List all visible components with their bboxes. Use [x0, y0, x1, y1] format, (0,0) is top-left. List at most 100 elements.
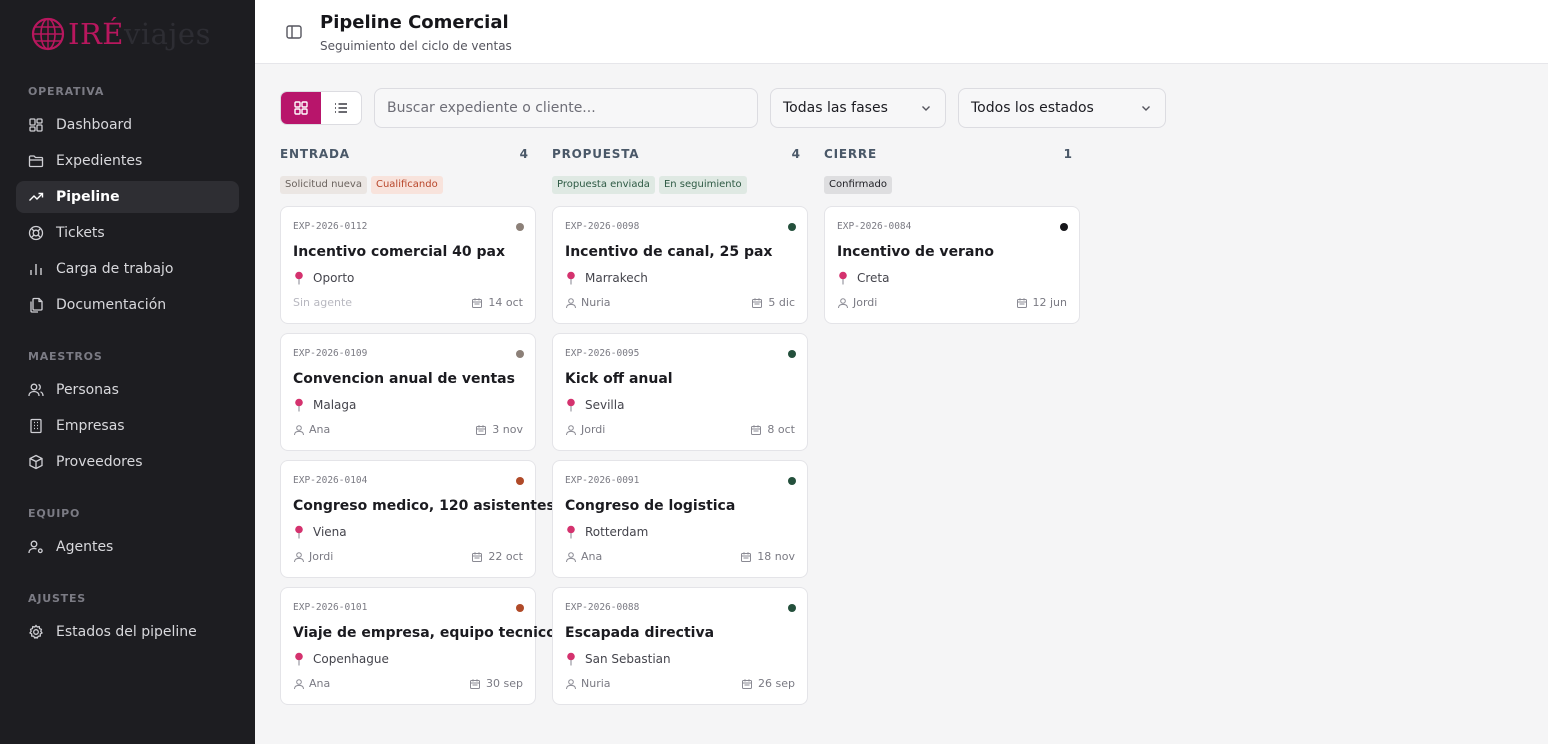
card-agent-label: Jordi [581, 423, 606, 436]
card-list: EXP-2026-0112 Incentivo comercial 40 pax… [280, 206, 556, 705]
card-location: Viena [293, 525, 347, 539]
user-icon [837, 297, 853, 309]
card-location-label: Copenhague [313, 652, 389, 666]
deal-card[interactable]: EXP-2026-0091 Congreso de logistica Rott… [552, 460, 808, 578]
card-title: Congreso medico, 120 asistentes [293, 498, 555, 514]
nav-section-ajustes: AJUSTES [28, 592, 87, 605]
card-title: Incentivo de verano [837, 244, 994, 260]
user-icon [293, 424, 309, 436]
list-icon [335, 103, 347, 113]
card-agent: Sin agente [293, 296, 352, 309]
dashboard-icon [28, 117, 44, 133]
card-date-label: 5 dic [768, 296, 795, 309]
documents-icon [28, 297, 44, 313]
nav-item-documentacion[interactable]: Documentación [16, 289, 239, 321]
list-view-button[interactable] [321, 92, 361, 124]
card-code: EXP-2026-0112 [293, 221, 368, 232]
card-agent: Ana [293, 423, 330, 436]
card-location-label: San Sebastian [585, 652, 671, 666]
nav-item-empresas[interactable]: Empresas [16, 410, 239, 442]
nav-item-personas[interactable]: Personas [16, 374, 239, 406]
card-date-label: 3 nov [492, 423, 523, 436]
users-icon [28, 382, 44, 398]
deal-card[interactable]: EXP-2026-0088 Escapada directiva San Seb… [552, 587, 808, 705]
nav-item-expedientes[interactable]: Expedientes [16, 145, 239, 177]
phase-tag[interactable]: Cualificando [370, 176, 443, 194]
phase-tag[interactable]: Solicitud nueva [280, 176, 367, 194]
search-input[interactable] [374, 88, 758, 128]
status-filter-value: Todos los estados [971, 100, 1094, 116]
nav-item-label: Agentes [56, 539, 114, 555]
nav-item-agentes[interactable]: Agentes [16, 531, 239, 563]
map-pin-icon [565, 271, 577, 285]
status-dot [788, 223, 796, 231]
calendar-icon [741, 678, 758, 690]
deal-card[interactable]: EXP-2026-0109 Convencion anual de ventas… [280, 333, 536, 451]
nav-item-proveedores[interactable]: Proveedores [16, 446, 239, 478]
page-title: Pipeline Comercial [320, 12, 509, 33]
card-location: Copenhague [293, 652, 389, 666]
user-icon [293, 551, 309, 563]
status-filter-select[interactable]: Todos los estados [958, 88, 1166, 128]
phase-tag[interactable]: Propuesta enviada [552, 176, 655, 194]
nav-item-dashboard[interactable]: Dashboard [16, 109, 239, 141]
nav-item-label: Tickets [56, 225, 105, 241]
nav-item-label: Personas [56, 382, 119, 398]
card-code: EXP-2026-0109 [293, 348, 368, 359]
brand-logo[interactable]: IRÉviajes [30, 14, 211, 54]
grid-view-button[interactable] [281, 92, 321, 124]
nav-item-estados-del-pipeline[interactable]: Estados del pipeline [16, 616, 239, 648]
card-location: Creta [837, 271, 890, 285]
deal-card[interactable]: EXP-2026-0104 Congreso medico, 120 asist… [280, 460, 555, 578]
map-pin-icon [293, 652, 305, 666]
deal-card[interactable]: EXP-2026-0101 Viaje de empresa, equipo t… [280, 587, 556, 705]
nav-item-label: Empresas [56, 418, 125, 434]
card-agent-label: Ana [581, 550, 603, 563]
nav-item-label: Dashboard [56, 117, 132, 133]
card-location: Marrakech [565, 271, 648, 285]
deal-card[interactable]: EXP-2026-0112 Incentivo comercial 40 pax… [280, 206, 536, 324]
card-location-label: Rotterdam [585, 525, 649, 539]
card-list: EXP-2026-0098 Incentivo de canal, 25 pax… [552, 206, 808, 705]
card-code: EXP-2026-0088 [565, 602, 640, 613]
card-date: 30 sep [469, 677, 523, 690]
calendar-icon [471, 297, 488, 309]
deal-card[interactable]: EXP-2026-0084 Incentivo de verano Creta … [824, 206, 1080, 324]
map-pin-icon [565, 525, 577, 539]
phase-filter-select[interactable]: Todas las fases [770, 88, 946, 128]
card-code: EXP-2026-0084 [837, 221, 912, 232]
view-toggle [280, 91, 362, 125]
nav-item-label: Documentación [56, 297, 167, 313]
deal-card[interactable]: EXP-2026-0095 Kick off anual Sevilla Jor… [552, 333, 808, 451]
phase-tag[interactable]: Confirmado [824, 176, 893, 194]
card-agent: Nuria [565, 296, 611, 309]
column-header: CIERRE 1 [824, 146, 1080, 162]
card-code: EXP-2026-0095 [565, 348, 640, 359]
nav-item-pipeline[interactable]: Pipeline [16, 181, 239, 213]
sidebar-toggle-button[interactable] [285, 23, 303, 41]
map-pin-icon [293, 398, 305, 412]
card-date: 5 dic [751, 296, 795, 309]
user-icon [565, 424, 581, 436]
card-location-label: Creta [857, 271, 890, 285]
building-icon [28, 418, 44, 434]
status-dot [516, 223, 524, 231]
card-date: 8 oct [750, 423, 795, 436]
nav-item-tickets[interactable]: Tickets [16, 217, 239, 249]
deal-card[interactable]: EXP-2026-0098 Incentivo de canal, 25 pax… [552, 206, 808, 324]
card-date: 14 oct [471, 296, 523, 309]
column-title: CIERRE [824, 147, 877, 161]
card-agent-label: Ana [309, 677, 331, 690]
card-date-label: 14 oct [488, 296, 523, 309]
card-location-label: Marrakech [585, 271, 648, 285]
column-header: ENTRADA 4 [280, 146, 536, 162]
card-location: San Sebastian [565, 652, 671, 666]
card-agent: Jordi [837, 296, 877, 309]
nav-item-carga-de-trabajo[interactable]: Carga de trabajo [16, 253, 239, 285]
card-code: EXP-2026-0104 [293, 475, 368, 486]
nav-item-label: Expedientes [56, 153, 143, 169]
user-cog-icon [28, 539, 44, 555]
card-agent: Ana [565, 550, 602, 563]
card-agent-label: Sin agente [293, 296, 353, 309]
phase-tag[interactable]: En seguimiento [658, 176, 747, 194]
